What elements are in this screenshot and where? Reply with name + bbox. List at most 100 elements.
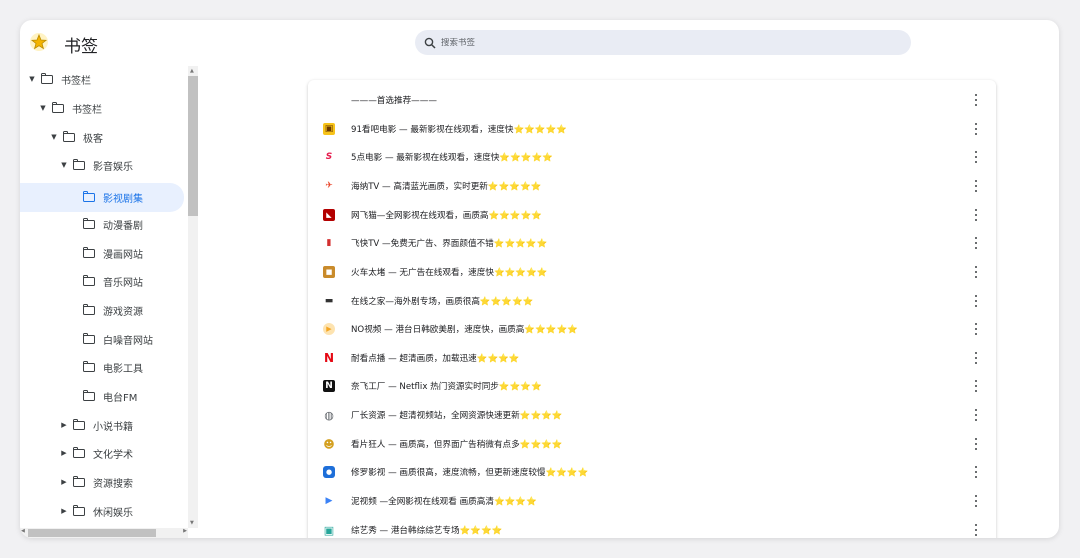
bookmark-list: ———首选推荐——— ▣ 91看吧电影 — 最新影视在线观看，速度快⭐⭐⭐⭐⭐ …	[308, 80, 996, 538]
bookmark-title: 奈飞工厂 — Netflix 热门资源实时同步⭐⭐⭐⭐	[351, 382, 542, 392]
n-box-logo-icon: N	[323, 380, 335, 392]
tree-item-geek[interactable]: ▼ 极客	[20, 124, 198, 150]
tree-item-tv-series[interactable]: 影视剧集	[20, 183, 184, 212]
bookmark-title: 飞快TV —免费无广告、界面颜值不错⭐⭐⭐⭐⭐	[351, 239, 548, 249]
scrollbar-thumb[interactable]	[188, 76, 198, 216]
folder-icon	[82, 332, 95, 344]
caret-right-icon[interactable]: ▶	[59, 420, 69, 430]
tree-item-label: 小说书籍	[93, 421, 133, 433]
play-circle-icon: ▶	[323, 323, 335, 335]
more-options-icon[interactable]	[974, 209, 978, 221]
tree-item-novels[interactable]: ▶ 小说书籍	[20, 412, 198, 438]
more-options-icon[interactable]	[974, 237, 978, 249]
fk-logo-icon: ▮	[326, 238, 332, 248]
search-bar[interactable]	[415, 30, 911, 55]
tree-item-comics[interactable]: 漫画网站	[20, 240, 198, 266]
bookmark-row[interactable]: ☻ 看片狂人 — 画质高，但界面广告稍微有点多⭐⭐⭐⭐	[308, 430, 996, 458]
tree-item-label: 影音娱乐	[93, 161, 133, 173]
bookmark-row[interactable]: ▮ 飞快TV —免费无广告、界面颜值不错⭐⭐⭐⭐⭐	[308, 229, 996, 257]
tree-item-anime[interactable]: 动漫番剧	[20, 211, 198, 237]
tree-item-label: 休闲娱乐	[93, 507, 133, 519]
scroll-down-arrow-icon[interactable]: ▼	[190, 520, 194, 526]
tree-item-bookmarks-bar-root[interactable]: ▼ 书签栏	[20, 66, 192, 92]
bookmark-row[interactable]: ■ 火车太堵 — 无广告在线观看，速度快⭐⭐⭐⭐⭐	[308, 258, 996, 286]
s-logo-icon: S	[325, 152, 333, 162]
more-options-icon[interactable]	[974, 380, 978, 392]
more-options-icon[interactable]	[974, 323, 978, 335]
folder-icon	[82, 274, 95, 286]
bookmark-row[interactable]: ▶ 泥视频 —全网影视在线观看 画质高清⭐⭐⭐⭐	[308, 487, 996, 515]
bookmark-row[interactable]: ▣ 91看吧电影 — 最新影视在线观看，速度快⭐⭐⭐⭐⭐	[308, 115, 996, 143]
caret-down-icon[interactable]: ▼	[49, 132, 59, 142]
tree-item-culture[interactable]: ▶ 文化学术	[20, 440, 198, 466]
bookmark-row[interactable]: N 奈飞工厂 — Netflix 热门资源实时同步⭐⭐⭐⭐	[308, 372, 996, 400]
tree-item-bookmarks-bar[interactable]: ▼ 书签栏	[20, 95, 198, 121]
more-options-icon[interactable]	[974, 438, 978, 450]
caret-down-icon[interactable]: ▼	[27, 74, 37, 84]
bookmark-title: 火车太堵 — 无广告在线观看，速度快⭐⭐⭐⭐⭐	[351, 268, 548, 278]
more-options-icon[interactable]	[974, 409, 978, 421]
tree-item-leisure[interactable]: ▶ 休闲娱乐	[20, 498, 198, 524]
tree-item-white-noise[interactable]: 白噪音网站	[20, 326, 198, 352]
bookmark-title: ———首选推荐———	[351, 96, 437, 106]
folder-icon	[82, 191, 95, 202]
bookmark-row[interactable]: N 耐看点播 — 超清画质，加载迅速⭐⭐⭐⭐	[308, 344, 996, 372]
folder-icon	[72, 475, 85, 487]
tree-item-movie-tools[interactable]: 电影工具	[20, 354, 198, 380]
folder-icon	[51, 101, 64, 113]
bookmark-row-separator[interactable]: ———首选推荐———	[308, 86, 996, 114]
more-options-icon[interactable]	[974, 94, 978, 106]
bookmark-row[interactable]: ◍ 厂长资源 — 超清视频站，全网资源快速更新⭐⭐⭐⭐	[308, 401, 996, 429]
tree-item-media[interactable]: ▼ 影音娱乐	[20, 152, 198, 178]
bookmark-row[interactable]: ✈ 海纳TV — 高清蓝光画质，实时更新⭐⭐⭐⭐⭐	[308, 172, 996, 200]
bookmark-row[interactable]: ▬ 在线之家—海外剧专场，画质很高⭐⭐⭐⭐⭐	[308, 287, 996, 315]
folder-icon	[82, 303, 95, 315]
scroll-right-arrow-icon[interactable]: ▶	[183, 528, 187, 534]
tree-item-radio-fm[interactable]: 电台FM	[20, 383, 198, 409]
caret-down-icon[interactable]: ▼	[38, 103, 48, 113]
tree-item-label: 电台FM	[103, 392, 138, 404]
bookmark-row[interactable]: ▶ NO视频 — 港台日韩欧美剧，速度快，画质高⭐⭐⭐⭐⭐	[308, 315, 996, 343]
more-options-icon[interactable]	[974, 466, 978, 478]
mascot-icon: ☻	[323, 437, 335, 451]
more-options-icon[interactable]	[974, 495, 978, 507]
tree-item-resource-search[interactable]: ▶ 资源搜索	[20, 469, 198, 495]
more-options-icon[interactable]	[974, 123, 978, 135]
scrollbar-thumb[interactable]	[28, 529, 156, 537]
more-options-icon[interactable]	[974, 295, 978, 307]
more-options-icon[interactable]	[974, 180, 978, 192]
tree-item-games[interactable]: 游戏资源	[20, 297, 198, 323]
bookmark-title: 厂长资源 — 超清视频站，全网资源快速更新⭐⭐⭐⭐	[351, 411, 563, 421]
more-options-icon[interactable]	[974, 352, 978, 364]
caret-right-icon[interactable]: ▶	[59, 448, 69, 458]
folder-icon	[62, 130, 75, 142]
sidebar-horizontal-scrollbar[interactable]: ◀ ▶	[20, 528, 188, 538]
search-icon	[424, 37, 436, 49]
tree-item-label: 资源搜索	[93, 478, 133, 490]
train-logo-icon: ■	[323, 266, 335, 278]
play-triangle-icon: ▶	[325, 496, 333, 506]
tree-item-music[interactable]: 音乐网站	[20, 268, 198, 294]
sidebar-vertical-scrollbar[interactable]: ▲ ▼	[188, 66, 198, 528]
caret-down-icon[interactable]: ▼	[59, 160, 69, 170]
scroll-left-arrow-icon[interactable]: ◀	[21, 528, 25, 534]
caret-right-icon[interactable]: ▶	[59, 506, 69, 516]
header: 书签	[20, 20, 1059, 66]
search-input[interactable]	[441, 37, 841, 48]
bookmark-row[interactable]: S 5点电影 — 最新影视在线观看，速度快⭐⭐⭐⭐⭐	[308, 143, 996, 171]
n-logo-icon: N	[323, 351, 335, 365]
more-options-icon[interactable]	[974, 151, 978, 163]
bookmark-row[interactable]: ◣ 网飞猫—全网影视在线观看，画质高⭐⭐⭐⭐⭐	[308, 201, 996, 229]
folder-icon	[82, 217, 95, 229]
bookmark-title: 在线之家—海外剧专场，画质很高⭐⭐⭐⭐⭐	[351, 297, 534, 307]
scroll-up-arrow-icon[interactable]: ▲	[190, 68, 194, 74]
more-options-icon[interactable]	[974, 524, 978, 536]
bookmark-row[interactable]: ● 修罗影视 — 画质很高，速度流畅，但更新速度较慢⭐⭐⭐⭐	[308, 458, 996, 486]
bookmark-title: 耐看点播 — 超清画质，加载迅速⭐⭐⭐⭐	[351, 354, 520, 364]
bookmark-title: NO视频 — 港台日韩欧美剧，速度快，画质高⭐⭐⭐⭐⭐	[351, 325, 578, 335]
bookmark-row[interactable]: ▣ 综艺秀 — 港台韩综综艺专场⭐⭐⭐⭐	[308, 516, 996, 538]
bookmark-title: 5点电影 — 最新影视在线观看，速度快⭐⭐⭐⭐⭐	[351, 153, 553, 163]
more-options-icon[interactable]	[974, 266, 978, 278]
caret-right-icon[interactable]: ▶	[59, 477, 69, 487]
folder-icon	[82, 389, 95, 401]
